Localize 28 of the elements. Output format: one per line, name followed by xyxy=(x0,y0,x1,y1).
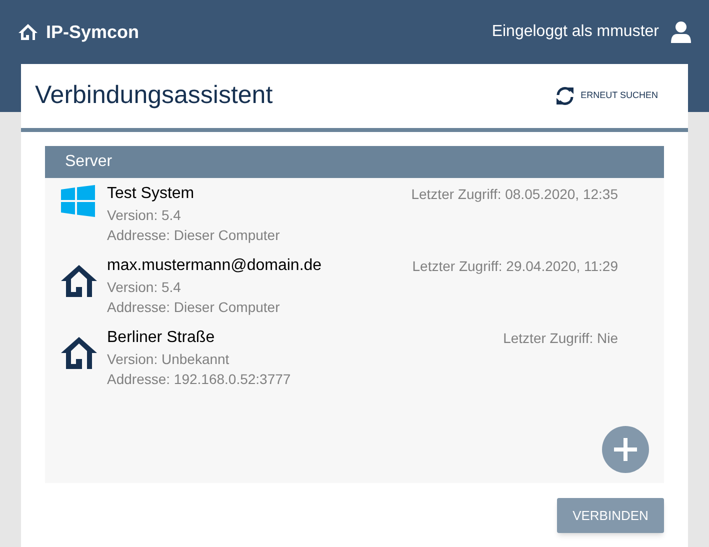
home-icon xyxy=(18,23,38,41)
server-version: Version: Unbekannt xyxy=(107,350,230,369)
server-name: Test System xyxy=(107,184,196,204)
app-title: IP-Symcon xyxy=(46,20,140,44)
rescan-button[interactable]: ERNEUT SUCHEN xyxy=(554,86,658,106)
house-icon xyxy=(61,265,97,297)
server-address: Addresse: Dieser Computer xyxy=(107,226,281,245)
plus-icon xyxy=(613,437,638,462)
server-item[interactable]: max.mustermann@domain.de Version: 5.4 Addresse: Dieser Computer Letzter Zugriff: 29.04.2020, 11:29 xyxy=(45,250,664,322)
windows-icon xyxy=(61,185,95,217)
last-access: Letzter Zugriff: Nie xyxy=(503,329,618,348)
server-version: Version: 5.4 xyxy=(107,278,182,297)
add-button[interactable] xyxy=(602,426,649,473)
last-access: Letzter Zugriff: 08.05.2020, 12:35 xyxy=(411,185,618,204)
last-access: Letzter Zugriff: 29.04.2020, 11:29 xyxy=(412,257,618,276)
server-item[interactable]: Test System Version: 5.4 Addresse: Dieser Computer Letzter Zugriff: 08.05.2020, 12:35 xyxy=(45,178,664,250)
server-version: Version: 5.4 xyxy=(107,206,182,225)
refresh-icon xyxy=(554,86,575,106)
user-label: Eingeloggt als mmuster xyxy=(492,22,659,42)
server-name: max.mustermann@domain.de xyxy=(107,256,323,276)
server-address: Addresse: 192.168.0.52:3777 xyxy=(107,370,292,389)
server-address: Addresse: Dieser Computer xyxy=(107,298,281,317)
dialog-title: Verbindungsassistent xyxy=(35,80,273,112)
list-header: Server xyxy=(45,146,664,178)
house-icon xyxy=(61,337,97,369)
user-icon[interactable] xyxy=(671,21,691,43)
server-item[interactable]: Berliner Straße Version: Unbekannt Addresse: 192.168.0.52:3777 Letzter Zugriff: Nie xyxy=(45,322,664,394)
server-name: Berliner Straße xyxy=(107,328,216,348)
